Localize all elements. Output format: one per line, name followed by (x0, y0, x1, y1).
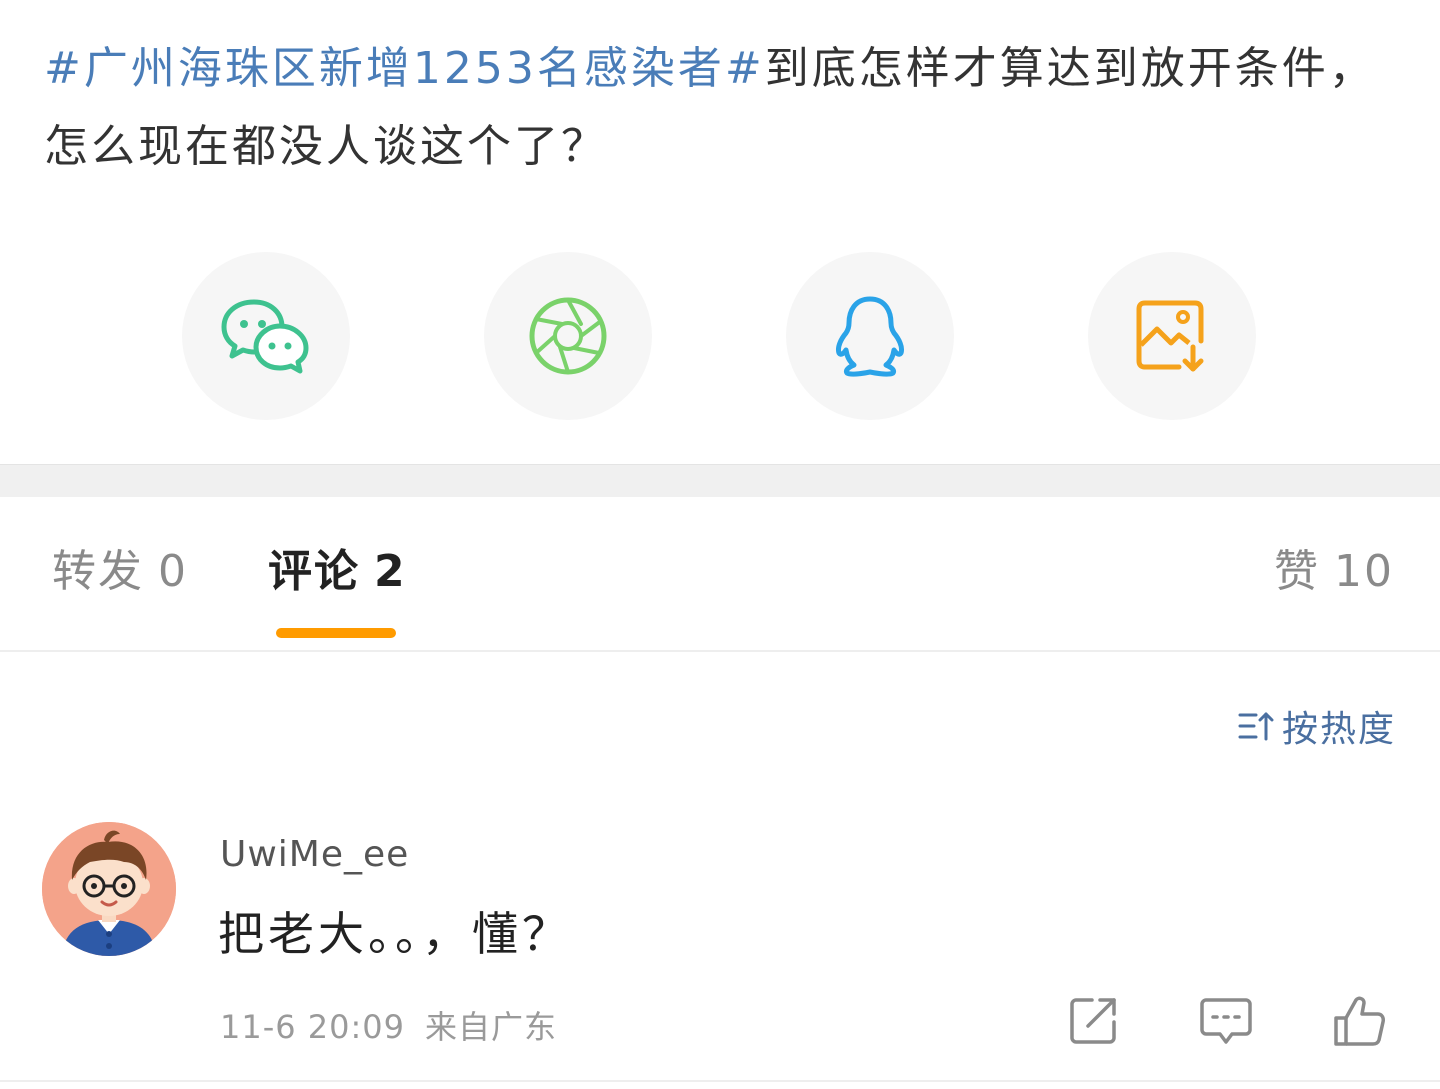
active-tab-indicator (276, 628, 396, 638)
share-moments-button[interactable] (484, 252, 652, 420)
wechat-icon (221, 299, 309, 374)
tab-comment-label: 评论 (268, 546, 360, 597)
qq-icon (836, 296, 904, 377)
tab-like[interactable]: 赞 10 (1274, 544, 1394, 600)
avatar-image (42, 822, 176, 956)
comment-username[interactable]: UwiMe_ee (220, 834, 409, 875)
post-content: #广州海珠区新增1253名感染者#到底怎样才算达到放开条件，怎么现在都没人谈这个… (44, 30, 1404, 186)
avatar[interactable] (42, 822, 176, 956)
comment-item: UwiMe_ee 把老大。。，懂？ 11-6 20:09 来自广东 (0, 822, 1440, 1062)
comment-text: 把老大。。，懂？ (218, 907, 572, 961)
tab-comment-count: 2 (374, 546, 407, 597)
comment-time: 11-6 20:09 (220, 1008, 406, 1046)
comment-meta: 11-6 20:09 来自广东 (220, 1002, 557, 1048)
tab-like-count: 10 (1334, 546, 1394, 597)
tab-repost-count: 0 (158, 546, 188, 597)
save-image-button[interactable] (1088, 252, 1256, 420)
sort-icon (1238, 712, 1274, 741)
share-wechat-button[interactable] (182, 252, 350, 420)
tab-repost-label: 转发 (52, 546, 144, 597)
repost-icon[interactable] (1068, 994, 1120, 1046)
reply-icon[interactable] (1200, 994, 1252, 1046)
tab-comment[interactable]: 评论 2 (268, 544, 407, 600)
save-image-icon (1136, 300, 1204, 372)
moments-icon (529, 297, 607, 375)
like-icon[interactable] (1332, 994, 1386, 1048)
share-qq-button[interactable] (786, 252, 954, 420)
sort-by-hot-button[interactable]: 按热度 (1238, 700, 1396, 752)
comment-location: 来自广东 (425, 1008, 558, 1046)
bottom-divider (0, 1080, 1440, 1082)
tab-like-label: 赞 (1274, 546, 1320, 597)
tab-repost[interactable]: 转发 0 (52, 544, 188, 600)
tab-bar: 转发 0 评论 2 赞 10 (0, 496, 1440, 652)
share-row (0, 252, 1440, 420)
section-divider (0, 464, 1440, 497)
topic-link[interactable]: #广州海珠区新增1253名感染者# (44, 43, 765, 94)
sort-label: 按热度 (1281, 709, 1396, 750)
